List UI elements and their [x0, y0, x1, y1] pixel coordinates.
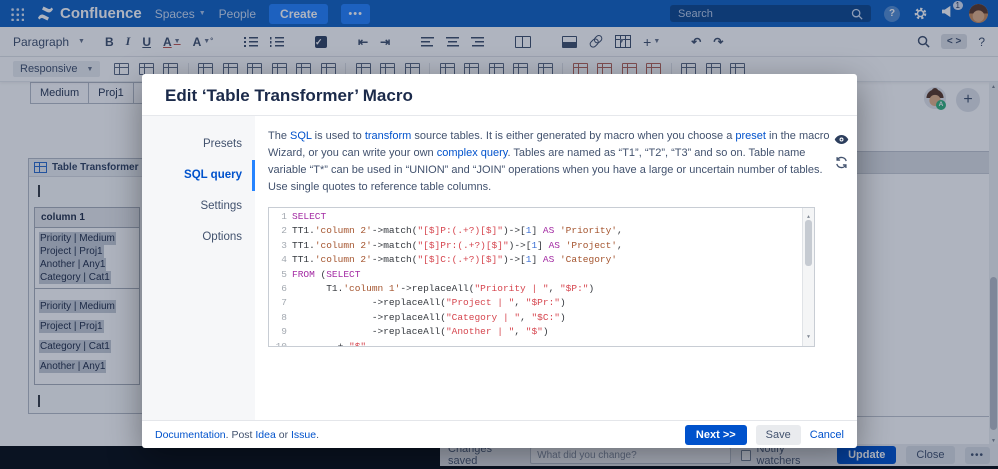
- code-scrollbar[interactable]: ▲ ▼: [802, 208, 814, 346]
- dialog-footer: Documentation. Post Idea or Issue. Next …: [142, 420, 857, 448]
- code-line: 6 T1.'column 1'->replaceAll("Priority | …: [269, 282, 803, 296]
- line-number: 2: [281, 225, 287, 237]
- line-number: 9: [281, 326, 287, 338]
- code-line: 9 ->replaceAll("Another | ", "$"): [269, 325, 803, 339]
- dialog-tab-options[interactable]: Options: [142, 222, 255, 253]
- footer-text: . Post: [225, 428, 256, 441]
- description-text: source tables. It is either generated by…: [411, 130, 736, 142]
- code-line: 5 FROM (SELECT: [269, 268, 803, 282]
- code-text: SELECT: [292, 211, 327, 222]
- code-scrollbar-thumb[interactable]: [805, 220, 812, 266]
- code-text: T1.'column 1'->replaceAll("Priority | ",…: [292, 283, 595, 295]
- line-number: 10: [269, 340, 292, 346]
- sql-code-lines: 1 SELECT 2 TT1.'column 2'->match("[$]P:(.+?…: [269, 210, 803, 346]
- sql-description: The SQL is used to transform source tabl…: [268, 128, 840, 196]
- sql-code-editor[interactable]: 1 SELECT 2 TT1.'column 2'->match("[$]P:(.+?…: [268, 207, 815, 347]
- scroll-down-icon[interactable]: ▼: [803, 330, 814, 344]
- line-number: 5: [281, 268, 287, 280]
- line-number: 4: [281, 254, 287, 266]
- footer-link[interactable]: Idea: [255, 429, 275, 441]
- description-link[interactable]: complex query: [437, 147, 508, 159]
- code-text: ->replaceAll("Another | ", "$"): [292, 326, 549, 338]
- footer-text: .: [316, 428, 320, 441]
- cancel-button[interactable]: Cancel: [810, 429, 844, 441]
- dialog-tab-settings[interactable]: Settings: [142, 191, 255, 222]
- footer-text: or: [275, 428, 291, 441]
- code-line: 8 ->replaceAll("Category | ", "$C:"): [269, 311, 803, 325]
- dialog-body: The SQL is used to transform source tabl…: [255, 116, 830, 421]
- confluence-window: Confluence Spaces ▼ People Create ••• Sea…: [0, 0, 998, 469]
- line-number: 8: [281, 311, 287, 323]
- dialog-buttons: Next >> Save Cancel: [684, 424, 844, 445]
- dialog-tab-sql-query[interactable]: SQL query: [142, 160, 255, 191]
- description-link[interactable]: preset: [735, 130, 766, 142]
- line-number: 6: [281, 283, 287, 295]
- code-text: TT1.'column 2'->match("[$]P:(.+?)[$]")->…: [292, 225, 623, 237]
- description-text: is used to: [311, 130, 365, 142]
- description-text: The: [268, 130, 291, 142]
- next-button[interactable]: Next >>: [684, 424, 747, 445]
- description-link[interactable]: SQL: [290, 130, 312, 142]
- dialog-sidebar: Presets SQL query Settings Options: [142, 116, 255, 421]
- code-line: 4 TT1.'column 2'->match("[$]C:(.+?)[$]")-…: [269, 253, 803, 267]
- footer-link[interactable]: Documentation: [155, 429, 226, 441]
- description-link[interactable]: transform: [365, 130, 411, 142]
- line-number: 1: [281, 211, 287, 222]
- code-line: 2 TT1.'column 2'->match("[$]P:(.+?)[$]")-…: [269, 224, 803, 238]
- code-text: TT1.'column 2'->match("[$]C:(.+?)[$]")->…: [292, 254, 617, 266]
- dialog-title: Edit ‘Table Transformer’ Macro: [165, 86, 413, 105]
- save-button[interactable]: Save: [755, 424, 801, 445]
- code-line: 1 SELECT: [269, 210, 803, 224]
- code-text: TT1.'column 2'->match("[$]Pr:(.+?)[$]")-…: [292, 239, 623, 251]
- dialog-tab-presets[interactable]: Presets: [142, 129, 255, 160]
- code-text: ->replaceAll("Category | ", "$C:"): [292, 311, 566, 323]
- line-number: 3: [281, 239, 287, 251]
- code-text: FROM (SELECT: [292, 268, 361, 280]
- line-number: 7: [281, 297, 287, 309]
- footer-link[interactable]: Issue: [291, 429, 316, 441]
- code-text: ->replaceAll("Project | ", "$Pr:"): [292, 297, 566, 309]
- code-line: 7 ->replaceAll("Project | ", "$Pr:"): [269, 296, 803, 310]
- code-text: + "$": [292, 340, 367, 346]
- code-line: 10 + "$": [269, 340, 803, 346]
- code-line: 3 TT1.'column 2'->match("[$]Pr:(.+?)[$]")…: [269, 239, 803, 253]
- macro-editor-dialog: Edit ‘Table Transformer’ Macro Presets SQ…: [142, 74, 857, 448]
- footer-links: Documentation. Post Idea or Issue.: [155, 429, 319, 441]
